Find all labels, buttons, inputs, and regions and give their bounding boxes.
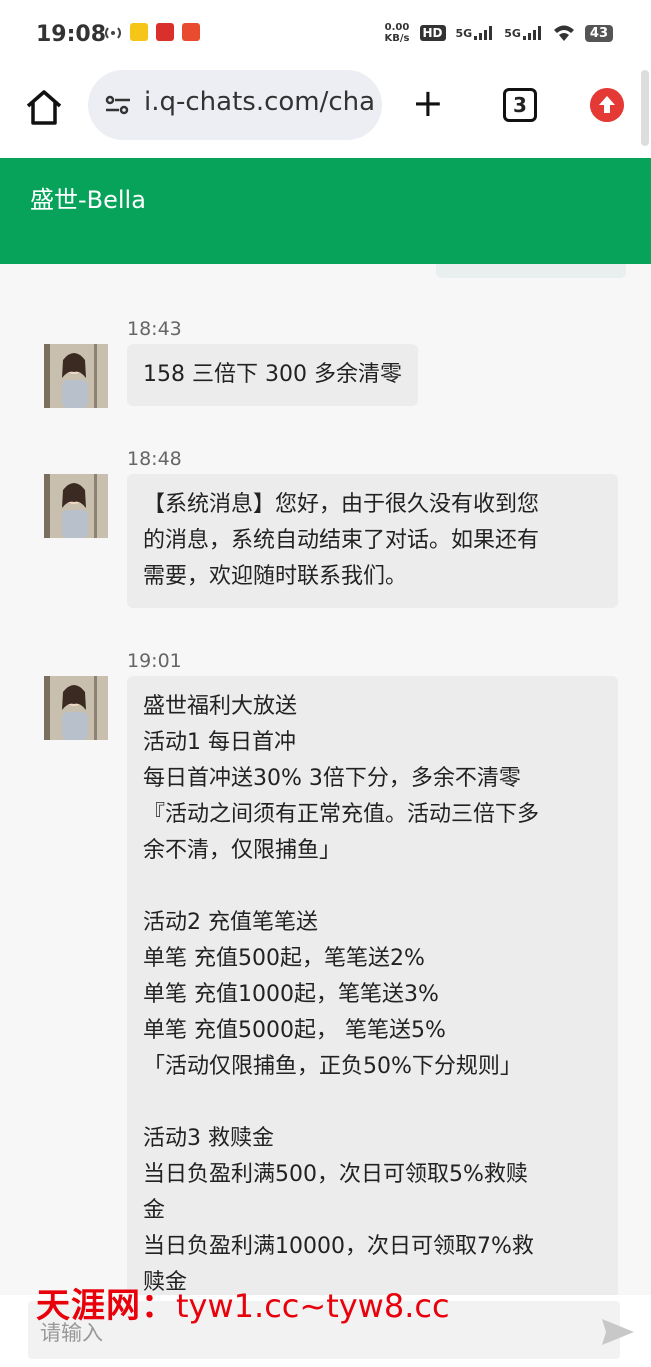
message-text: 「活动仅限捕鱼，正负50%下分规则」 [143, 1054, 522, 1079]
message-text: 盛世福利大放送 [143, 694, 298, 719]
wifi-icon [553, 25, 574, 41]
message-text: 活动1 每日首冲 [143, 730, 296, 755]
url-text: i.q-chats.com/cha [144, 87, 376, 117]
message-text [143, 869, 602, 905]
app-red-icon [156, 23, 174, 41]
message-text: 活动3 救赎金 [143, 1126, 274, 1151]
chat-title: 盛世-Bella [30, 186, 146, 214]
battery-icon: 43 [584, 24, 613, 42]
message-text: 单笔 充值1000起，笔笔送3% [143, 982, 439, 1007]
hd-badge: HD [419, 25, 446, 41]
message-text: 的消息，系统自动结束了对话。如果还有 [143, 528, 540, 553]
message-time: 19:01 [127, 650, 182, 672]
update-icon[interactable] [590, 88, 624, 122]
browser-toolbar: i.q-chats.com/cha + 3 [0, 70, 651, 158]
message-text: 当日负盈利满500，次日可领取5%救赎 [143, 1162, 528, 1187]
mail-app-icon [130, 23, 148, 41]
chat-messages[interactable]: 18:43 158 三倍下 300 多余清零 18:48 【系统消息】您好，由于… [0, 280, 651, 1295]
message-text: 需要，欢迎随时联系我们。 [143, 564, 408, 589]
previous-bubble-edge [436, 264, 626, 278]
page-scrollbar[interactable] [641, 70, 649, 146]
message-text: 『活动之间须有正常充值。活动三倍下多 [143, 802, 540, 827]
message-text: 活动2 充值笔笔送 [143, 910, 318, 935]
status-time: 19:08 [36, 22, 107, 47]
avatar[interactable] [44, 474, 108, 538]
message-text [143, 1085, 602, 1121]
message-bubble[interactable]: 【系统消息】您好，由于很久没有收到您 的消息，系统自动结束了对话。如果还有 需要… [127, 474, 618, 608]
message-bubble[interactable]: 158 三倍下 300 多余清零 [127, 344, 418, 406]
tab-switcher-button[interactable]: 3 [503, 88, 537, 122]
message-bubble[interactable]: 盛世福利大放送 活动1 每日首冲 每日首冲送30% 3倍下分，多余不清零 『活动… [127, 676, 618, 1295]
message-text: 单笔 充值500起，笔笔送2% [143, 946, 425, 971]
message-text: 【系统消息】您好，由于很久没有收到您 [143, 492, 540, 517]
chat-header: 盛世-Bella [0, 158, 651, 264]
message-text: 金 [143, 1198, 166, 1223]
signal-5g-2-icon: 5G [504, 26, 543, 40]
home-icon[interactable] [22, 86, 66, 130]
message-text: 每日首冲送30% 3倍下分，多余不清零 [143, 766, 521, 791]
new-tab-button[interactable]: + [412, 84, 444, 122]
app-red-icon-2 [182, 23, 200, 41]
send-icon[interactable] [600, 1317, 636, 1347]
message-text: 158 三倍下 300 多余清零 [143, 362, 402, 387]
status-bar: 19:08 0.00 KB/s HD 5G 5G 43 [0, 0, 651, 70]
message-text: 当日负盈利满10000，次日可领取7%救 [143, 1234, 534, 1259]
watermark: 天涯网：tyw1.cc~tyw8.cc [36, 1278, 450, 1327]
nfc-icon [105, 27, 121, 39]
watermark-url: tyw1.cc~tyw8.cc [176, 1287, 450, 1325]
message-time: 18:43 [127, 318, 182, 340]
watermark-brand: 天涯网： [36, 1286, 176, 1326]
address-bar[interactable]: i.q-chats.com/cha [88, 70, 382, 140]
net-speed: 0.00 KB/s [384, 22, 410, 44]
system-status-icons: 0.00 KB/s HD 5G 5G 43 [385, 22, 613, 44]
site-settings-icon[interactable] [104, 94, 132, 116]
avatar[interactable] [44, 344, 108, 408]
message-text: 余不清，仅限捕鱼」 [143, 838, 342, 863]
message-text: 单笔 充值5000起， 笔笔送5% [143, 1018, 446, 1043]
message-time: 18:48 [127, 448, 182, 470]
avatar[interactable] [44, 676, 108, 740]
notification-icons [104, 23, 200, 43]
signal-5g-1-icon: 5G [456, 26, 495, 40]
